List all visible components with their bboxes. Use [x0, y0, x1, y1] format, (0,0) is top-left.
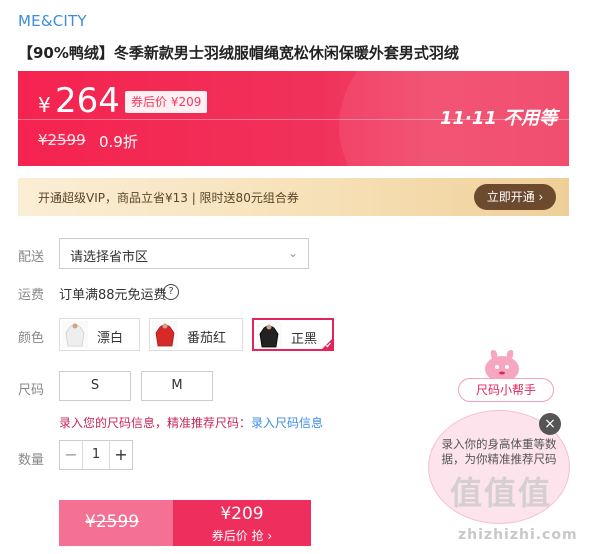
buy-cta-text: 券后价 抢 ›	[211, 529, 273, 543]
delivery-label: 配送	[18, 250, 45, 265]
color-option-label: 漂白	[97, 331, 124, 346]
vip-open-button[interactable]: 立即开通 ›	[474, 184, 556, 210]
watermark-logo: 值值值	[450, 474, 553, 512]
quantity-increase-button[interactable]: +	[109, 441, 132, 469]
jacket-thumbnail	[62, 321, 88, 348]
watermark-site: zhizhizhi.com	[458, 527, 578, 543]
color-label: 颜色	[18, 331, 45, 346]
shipping-label: 运费	[18, 288, 45, 303]
coupon-price-tag: 券后价 ¥209	[125, 91, 208, 113]
region-select[interactable]: 请选择省市区 ⌄	[59, 238, 309, 269]
coupon-buy-button[interactable]: ¥209 券后价 抢 ›	[173, 500, 311, 546]
size-helper-button[interactable]: 尺码小帮手	[458, 378, 554, 402]
size-option-s[interactable]: S	[59, 371, 131, 401]
size-hint-text: 录入您的尺码信息，精准推荐尺码：	[59, 416, 252, 430]
size-label: 尺码	[18, 383, 45, 398]
current-price: 264	[55, 81, 120, 121]
jacket-thumbnail	[256, 322, 282, 349]
quantity-stepper: − 1 +	[59, 440, 133, 470]
color-option-label: 番茄红	[187, 331, 227, 346]
buy-coupon-price: ¥209	[220, 504, 264, 524]
original-price: ¥2599	[38, 131, 86, 149]
quantity-decrease-button[interactable]: −	[60, 441, 83, 469]
size-option-m[interactable]: M	[141, 371, 213, 401]
promo-label: 11·11 不用等	[440, 108, 558, 129]
jacket-thumbnail	[152, 321, 178, 348]
price-banner: ¥ 264 券后价 ¥209 ¥2599 0.9折 11·11 不用等	[18, 71, 569, 166]
question-circle-icon[interactable]: ?	[163, 284, 179, 300]
vip-offer-text: 开通超级VIP，商品立省¥13 | 限时送80元组合券	[38, 191, 299, 205]
size-helper-text: 录入你的身高体重等数据，为你精准推荐尺码	[441, 437, 557, 466]
color-option-red[interactable]: 番茄红	[149, 318, 243, 351]
close-icon[interactable]: ×	[539, 413, 561, 435]
color-option-label: 正黑	[291, 332, 318, 347]
discount-rate: 0.9折	[99, 133, 138, 151]
shipping-text: 订单满88元免运费	[59, 288, 167, 303]
brand-name[interactable]: ME&CITY	[18, 12, 87, 30]
color-option-white[interactable]: 漂白	[59, 318, 140, 351]
size-entry-link[interactable]: 录入尺码信息	[251, 416, 323, 430]
buy-original-price: ¥2599	[85, 512, 140, 532]
quantity-label: 数量	[18, 453, 45, 468]
chevron-down-icon: ⌄	[287, 246, 298, 260]
color-option-black[interactable]: 正黑 ✔	[252, 318, 334, 351]
quantity-value[interactable]: 1	[83, 441, 109, 469]
currency-symbol: ¥	[38, 93, 51, 117]
original-price-button[interactable]: ¥2599	[59, 500, 173, 546]
vip-bar: 开通超级VIP，商品立省¥13 | 限时送80元组合券 立即开通 ›	[18, 178, 569, 216]
size-hint: 录入您的尺码信息，精准推荐尺码：录入尺码信息	[59, 414, 323, 431]
product-title: 【90%鸭绒】冬季新款男士羽绒服帽绳宽松休闲保暖外套男式羽绒	[18, 44, 459, 62]
check-icon: ✔	[325, 341, 332, 350]
region-select-value: 请选择省市区	[70, 250, 149, 265]
